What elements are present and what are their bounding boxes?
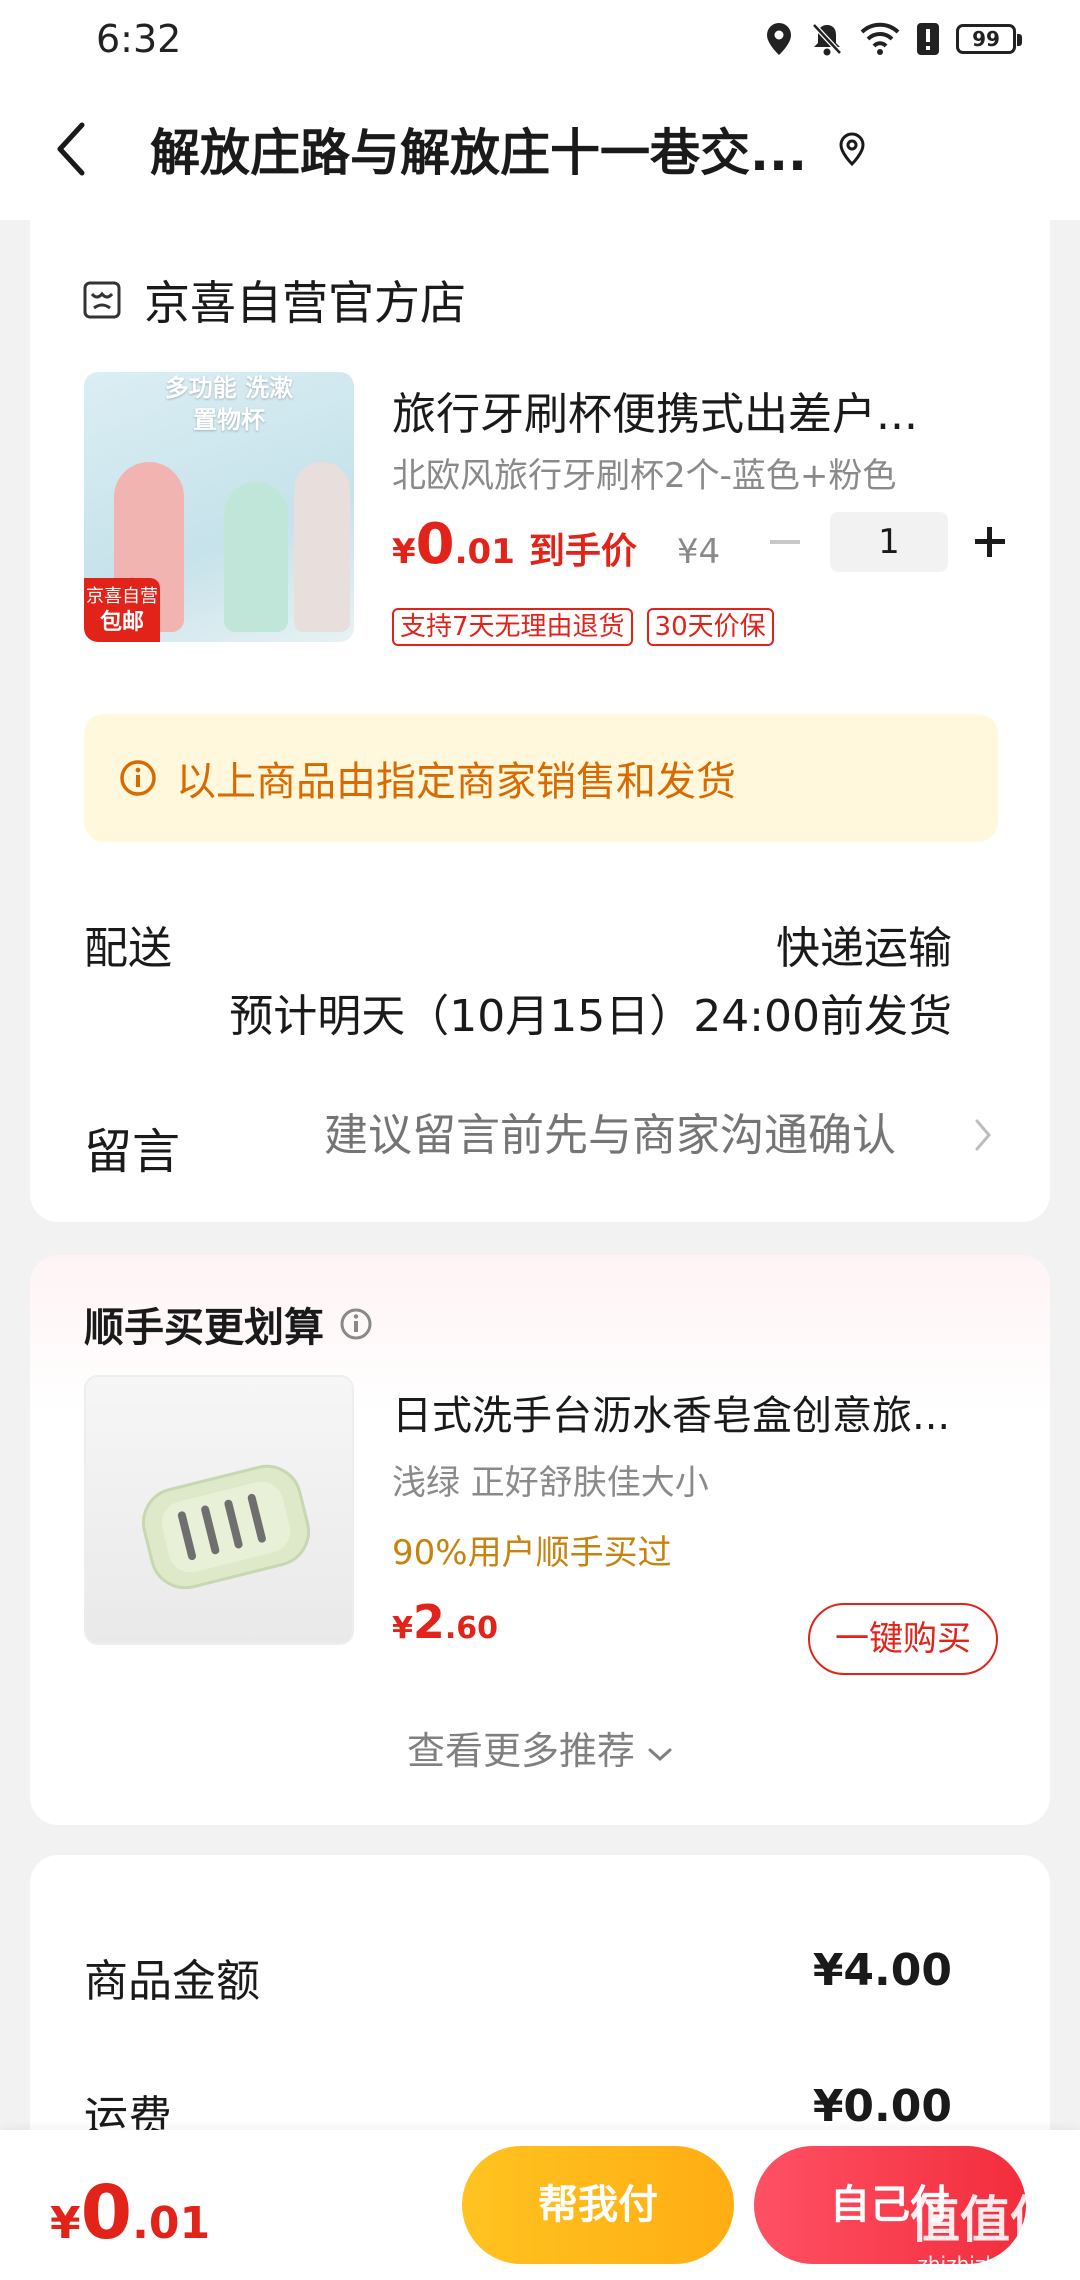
wifi-icon — [860, 22, 900, 55]
quantity-input[interactable]: 1 — [830, 512, 948, 572]
tag-price-protect: 30天价保 — [646, 608, 774, 646]
recommend-image[interactable] — [84, 1375, 354, 1645]
more-recommend-link[interactable]: 查看更多推荐 — [30, 1720, 1050, 1775]
recommend-item-social: 90%用户顺手买过 — [392, 1533, 672, 1573]
status-icons: 99 — [764, 21, 1022, 57]
product-image[interactable]: 多功能 洗漱置物杯 京喜自营 包邮 — [84, 372, 354, 642]
decrease-button[interactable] — [760, 537, 810, 547]
quantity-stepper: 1 — [760, 512, 1010, 572]
help-pay-button[interactable]: 帮我付 — [462, 2146, 734, 2264]
total-price: ¥ 0 .01 — [50, 2170, 210, 2256]
badge-top-text: 京喜自营 — [86, 586, 158, 607]
original-price: ¥4 — [676, 532, 721, 572]
chevron-down-icon — [648, 1748, 672, 1762]
total-integer: 0 — [80, 2170, 133, 2256]
recommend-header: 顺手买更划算 — [84, 1295, 374, 1353]
memo-label: 留言 — [84, 1124, 181, 1180]
minus-icon — [770, 540, 800, 544]
battery-icon: 99 — [956, 24, 1022, 54]
store-row[interactable]: 京喜自营官方店 — [82, 267, 466, 333]
location-pin-icon[interactable] — [837, 131, 867, 167]
location-status-icon — [767, 23, 791, 55]
mute-bell-icon — [812, 23, 842, 56]
order-card: 京喜自营官方店 多功能 洗漱置物杯 京喜自营 包邮 旅行牙刷杯便携式出差户...… — [30, 212, 1050, 1222]
store-icon — [83, 281, 121, 319]
price-label: 到手价 — [528, 531, 637, 572]
rec-price-decimal: .60 — [444, 1611, 499, 1646]
product-badge: 京喜自营 包邮 — [84, 578, 160, 642]
product-image-text: 多功能 洗漱置物杯 — [164, 374, 294, 434]
more-recommend-label: 查看更多推荐 — [406, 1729, 635, 1773]
total-decimal: .01 — [132, 2198, 211, 2249]
alert-icon — [917, 23, 939, 55]
status-bar: 6:32 99 — [0, 0, 1080, 78]
total-currency: ¥ — [50, 2198, 81, 2249]
info-circle-icon — [120, 760, 156, 796]
shipping-label: 配送 — [84, 923, 172, 974]
recommend-title: 顺手买更划算 — [84, 1305, 324, 1351]
recommend-card: 顺手买更划算 日式洗手台沥水香皂盒创意旅... 浅绿 正好舒肤佳大小 90%用户… — [30, 1255, 1050, 1825]
shipping-eta: 预计明天（10月15日）24:00前发货 — [229, 991, 952, 1042]
address-title[interactable]: 解放庄路与解放庄十一巷交... — [150, 113, 807, 185]
goods-amount-row: 商品金额 ¥4.00 — [84, 1945, 952, 2009]
rec-price-integer: 2 — [412, 1595, 445, 1649]
badge-bottom-text: 包邮 — [99, 610, 144, 635]
store-name: 京喜自营官方店 — [144, 276, 466, 330]
increase-button plus-icon[interactable] — [970, 522, 1010, 562]
goods-amount-label: 商品金额 — [84, 1956, 260, 2007]
price-integer: 0 — [415, 512, 455, 577]
soap-dish-image — [141, 1464, 311, 1590]
product-title[interactable]: 旅行牙刷杯便携式出差户... — [392, 378, 1002, 442]
product-cup-beige — [294, 462, 350, 632]
price-decimal: .01 — [454, 532, 515, 572]
rec-price-currency: ¥ — [392, 1611, 413, 1646]
chevron-right-icon[interactable] — [974, 1118, 992, 1152]
back-button[interactable] — [56, 119, 100, 179]
status-time: 6:32 — [96, 17, 182, 61]
product-price: ¥ 0 .01 到手价 ¥4 — [392, 512, 720, 577]
recommend-item-price: ¥ 2 .60 — [392, 1595, 498, 1649]
notice-text: 以上商品由指定商家销售和发货 — [176, 759, 736, 805]
page-header: 解放庄路与解放庄十一巷交... — [0, 78, 1080, 220]
one-click-buy-button[interactable]: 一键购买 — [808, 1603, 998, 1675]
seller-notice: 以上商品由指定商家销售和发货 — [84, 714, 998, 842]
watermark-logo: 值值值 zhizhizhi.com — [910, 2180, 1060, 2276]
chevron-left-icon — [57, 122, 85, 176]
memo-input[interactable] — [324, 1110, 964, 1161]
shipping-method[interactable]: 快递运输 — [776, 912, 952, 976]
info-icon[interactable] — [338, 1306, 374, 1342]
recommend-item-title[interactable]: 日式洗手台沥水香皂盒创意旅... — [392, 1383, 992, 1441]
watermark-text: 值值值 — [910, 2191, 1060, 2249]
goods-amount-value: ¥4.00 — [812, 1945, 952, 1996]
service-tags: 支持7天无理由退货 30天价保 — [392, 608, 774, 646]
product-spec[interactable]: 北欧风旅行牙刷杯2个-蓝色+粉色 — [392, 448, 896, 497]
watermark-url: zhizhizhi.com — [917, 2252, 1053, 2276]
tag-return: 支持7天无理由退货 — [392, 608, 633, 646]
recommend-item-spec: 浅绿 正好舒肤佳大小 — [392, 1463, 709, 1503]
product-cup-green — [224, 482, 288, 632]
price-currency: ¥ — [392, 532, 416, 572]
